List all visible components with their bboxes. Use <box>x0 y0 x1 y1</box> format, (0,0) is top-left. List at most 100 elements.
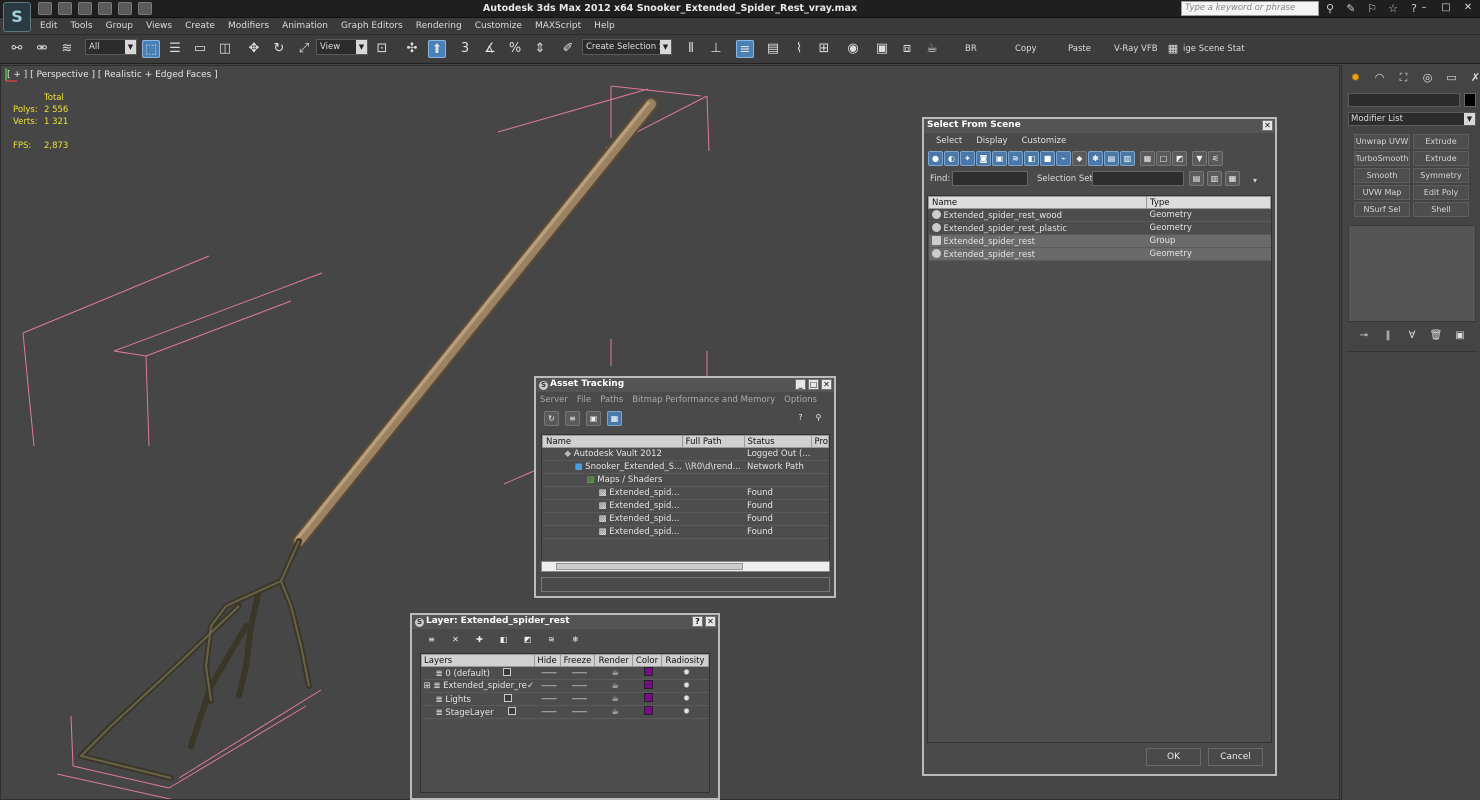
help-icon[interactable]: ? <box>692 616 703 627</box>
menu-graph-editors[interactable]: Graph Editors <box>341 21 403 31</box>
close-icon[interactable]: ✕ <box>821 379 832 390</box>
edit-set-icon[interactable]: ▥ <box>1207 171 1222 186</box>
column-header-radiosity[interactable]: Radiosity <box>661 654 709 667</box>
smooth-button[interactable]: Smooth <box>1354 168 1410 183</box>
layer-color-swatch[interactable] <box>644 693 653 702</box>
create-set-icon[interactable]: ▤ <box>1189 171 1204 186</box>
extrude-button-2[interactable]: Extrude <box>1413 151 1469 166</box>
binoculars-icon[interactable]: ⚲ <box>1322 1 1338 16</box>
close-icon[interactable]: ✕ <box>1262 120 1273 131</box>
menu-views[interactable]: Views <box>146 21 172 31</box>
render-teapot-icon[interactable]: ☕ <box>594 679 633 693</box>
select-in-layer-icon[interactable]: ◧ <box>496 633 511 648</box>
select-by-name-icon[interactable]: ☰ <box>166 40 184 58</box>
vray-vfb-button[interactable]: V-Ray VFB <box>1114 44 1158 54</box>
chevron-down-icon[interactable]: ▾ <box>1253 176 1257 185</box>
table-row[interactable]: ▩ Extended_spid... Found <box>542 525 829 539</box>
display-tab-icon[interactable]: ▭ <box>1442 69 1461 86</box>
edit-named-selection-icon[interactable]: ✐ <box>559 40 577 58</box>
delete-layer-icon[interactable]: ✕ <box>448 633 463 648</box>
display-lights-icon[interactable]: ✦ <box>960 151 975 166</box>
freeze-toggle[interactable]: —— <box>560 679 595 693</box>
column-header-color[interactable]: Color <box>632 654 662 667</box>
column-header-pro[interactable]: Pro <box>810 435 829 448</box>
layer-color-swatch[interactable] <box>644 667 653 676</box>
table-row[interactable]: ◆ Autodesk Vault 2012 Logged Out (... <box>542 447 829 461</box>
current-layer-checkbox[interactable] <box>503 693 512 702</box>
cancel-button[interactable]: Cancel <box>1208 748 1263 766</box>
render-setup-icon[interactable]: ▣ <box>873 40 891 58</box>
dialog-title-bar[interactable]: S Asset Tracking _ □ ✕ <box>536 378 834 392</box>
selection-set-dropdown[interactable] <box>1092 171 1184 186</box>
uvw-map-button[interactable]: UVW Map <box>1354 185 1410 200</box>
menu-paths[interactable]: Paths <box>600 395 623 405</box>
dialog-title-bar[interactable]: Select From Scene ✕ <box>924 119 1275 133</box>
menu-customize[interactable]: Customize <box>1022 136 1067 146</box>
table-row[interactable]: ≣ Lights —— —— ☕ ✹ <box>421 692 709 706</box>
table-row[interactable]: ▩ Extended_spid... Found <box>542 499 829 513</box>
add-to-layer-icon[interactable]: ✚ <box>472 633 487 648</box>
rendered-frame-window-icon[interactable]: ⧈ <box>898 40 916 58</box>
render-teapot-icon[interactable]: ☕ <box>594 705 633 719</box>
align-icon[interactable]: ⊥ <box>707 40 725 58</box>
delete-set-icon[interactable]: ▦ <box>1225 171 1240 186</box>
make-unique-icon[interactable]: ∀ <box>1404 328 1420 343</box>
modifier-stack[interactable] <box>1348 225 1476 322</box>
table-row[interactable]: ⊞ ≣ Extended_spider_re✓ —— —— ☕ ✹ <box>421 679 709 693</box>
expand-icon[interactable]: ⊞ <box>424 681 434 691</box>
link-icon[interactable]: ⚯ <box>8 40 26 58</box>
display-xrefs-icon[interactable]: ■ <box>1040 151 1055 166</box>
configure-modifier-sets-icon[interactable]: ▣ <box>1452 328 1468 343</box>
turbosmooth-button[interactable]: TurboSmooth <box>1354 151 1410 166</box>
snaps-toggle-icon[interactable]: 3 <box>456 40 474 58</box>
curve-editor-icon[interactable]: ⌇ <box>790 40 808 58</box>
minimize-window-icon[interactable]: – <box>1414 1 1434 16</box>
freeze-toggle[interactable]: —— <box>560 666 595 680</box>
freeze-unfreeze-all-icon[interactable]: ❄ <box>568 633 583 648</box>
table-row[interactable]: ▩ Extended_spid... Found <box>542 486 829 500</box>
named-selection-dropdown[interactable]: Create Selection Se ▼ <box>582 39 672 55</box>
utilities-tab-icon[interactable]: ✗ <box>1466 69 1480 86</box>
angle-snap-icon[interactable]: ∡ <box>481 40 499 58</box>
close-icon[interactable]: ✕ <box>705 616 716 627</box>
modifier-list-dropdown[interactable]: Modifier List ▼ <box>1348 112 1476 126</box>
table-row[interactable]: ■ Snooker_Extended_S... \\R0\d\rend... N… <box>542 460 829 474</box>
maximize-icon[interactable]: □ <box>808 379 819 390</box>
select-manipulate-icon[interactable]: ✣ <box>403 40 421 58</box>
table-row[interactable]: Extended_spider_rest Group <box>928 234 1271 248</box>
horizontal-scrollbar[interactable] <box>541 561 830 572</box>
render-teapot-icon[interactable]: ☕ <box>594 666 633 680</box>
menu-tools[interactable]: Tools <box>70 21 92 31</box>
help-icon[interactable]: ? <box>793 411 808 426</box>
column-header-name[interactable]: Name <box>928 196 1147 209</box>
display-helpers-icon[interactable]: ▣ <box>992 151 1007 166</box>
display-space-warps-icon[interactable]: ≋ <box>1008 151 1023 166</box>
close-window-icon[interactable]: ✕ <box>1458 1 1478 16</box>
menu-options[interactable]: Options <box>784 395 817 405</box>
hierarchy-tab-icon[interactable]: ⛶ <box>1394 69 1413 86</box>
table-view-icon[interactable]: ▦ <box>607 411 622 426</box>
checkmark-icon[interactable]: ✓ <box>527 681 534 691</box>
communication-center-icon[interactable]: ⚐ <box>1364 1 1380 16</box>
move-icon[interactable]: ✥ <box>245 40 263 58</box>
edit-poly-button[interactable]: Edit Poly <box>1413 185 1469 200</box>
table-row[interactable]: Extended_spider_rest_wood Geometry <box>928 208 1271 222</box>
create-tab-icon[interactable]: ✹ <box>1346 69 1365 86</box>
maximize-window-icon[interactable]: □ <box>1436 1 1456 16</box>
help-search-icon[interactable]: ⚲ <box>811 411 826 426</box>
pivot-center-icon[interactable]: ⊡ <box>373 40 391 58</box>
column-header-render[interactable]: Render <box>594 654 633 667</box>
mirror-icon[interactable]: ⫴ <box>682 40 700 58</box>
column-header-status[interactable]: Status <box>743 435 812 448</box>
select-object-icon[interactable]: ⬚ <box>142 40 160 58</box>
object-name-field[interactable] <box>1348 93 1460 107</box>
radiosity-icon[interactable]: ✹ <box>661 692 709 706</box>
display-cameras-icon[interactable]: ◙ <box>976 151 991 166</box>
motion-tab-icon[interactable]: ◎ <box>1418 69 1437 86</box>
menu-customize[interactable]: Customize <box>475 21 522 31</box>
scale-icon[interactable]: ⤢ <box>295 40 313 58</box>
pin-stack-icon[interactable]: ⊸ <box>1356 328 1372 343</box>
layer-color-swatch[interactable] <box>644 680 653 689</box>
menu-select[interactable]: Select <box>936 136 962 146</box>
layer-manager-icon[interactable]: ≡ <box>736 40 754 58</box>
